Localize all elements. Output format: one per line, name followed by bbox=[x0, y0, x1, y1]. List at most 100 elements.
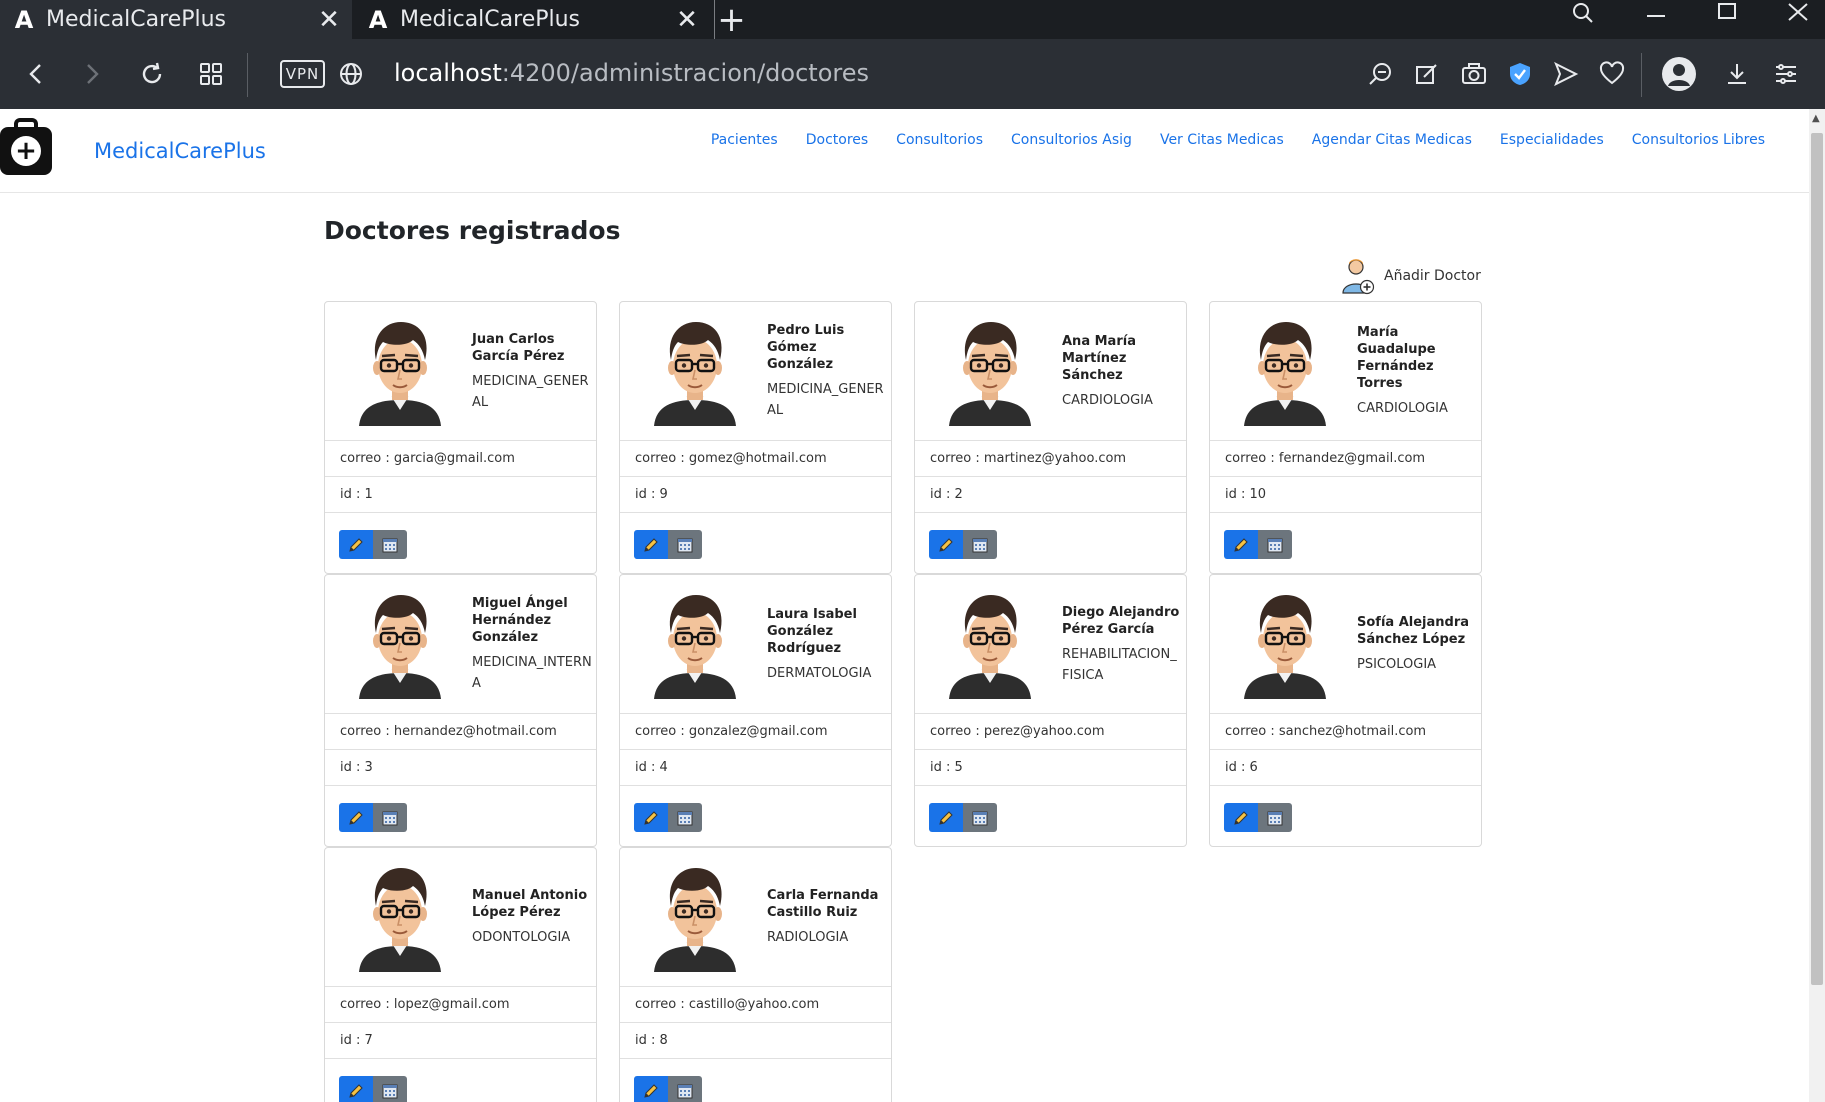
brand-name[interactable]: MedicalCarePlus bbox=[94, 139, 266, 163]
minimize-icon[interactable] bbox=[1636, 0, 1676, 26]
doctor-email: correo : sanchez@hotmail.com bbox=[1210, 714, 1481, 750]
reload-icon[interactable] bbox=[130, 52, 174, 96]
calendar-icon bbox=[972, 811, 988, 825]
edit-doctor-button[interactable] bbox=[339, 803, 373, 832]
doctor-schedule-button[interactable] bbox=[1258, 530, 1292, 559]
edit-doctor-button[interactable] bbox=[634, 530, 668, 559]
doctor-card: Ana María Martínez Sánchez CARDIOLOGIA c… bbox=[914, 301, 1187, 574]
doctor-schedule-button[interactable] bbox=[373, 803, 407, 832]
edit-doctor-button[interactable] bbox=[1224, 530, 1258, 559]
page-title: Doctores registrados bbox=[324, 216, 621, 245]
download-icon[interactable] bbox=[1715, 52, 1759, 96]
doctor-info: Diego Alejandro Pérez García REHABILITAC… bbox=[1062, 575, 1182, 714]
doctor-card-header: Ana María Martínez Sánchez CARDIOLOGIA bbox=[915, 302, 1186, 441]
calendar-icon bbox=[1267, 538, 1283, 552]
doctor-avatar bbox=[654, 595, 736, 699]
close-icon[interactable]: ✕ bbox=[672, 5, 702, 35]
doctor-card-actions bbox=[634, 1076, 702, 1102]
add-doctor-button[interactable]: Añadir Doctor bbox=[1340, 257, 1481, 295]
nav-doctores[interactable]: Doctores bbox=[792, 132, 882, 148]
tab-title: MedicalCarePlus bbox=[400, 7, 581, 32]
doctor-email: correo : castillo@yahoo.com bbox=[620, 987, 891, 1023]
send-icon[interactable] bbox=[1544, 52, 1588, 96]
back-icon[interactable] bbox=[14, 52, 58, 96]
doctor-schedule-button[interactable] bbox=[668, 530, 702, 559]
maximize-icon[interactable] bbox=[1707, 0, 1747, 26]
close-icon[interactable]: ✕ bbox=[314, 5, 344, 35]
edit-doctor-button[interactable] bbox=[634, 1076, 668, 1102]
edit-doctor-button[interactable] bbox=[634, 803, 668, 832]
edit-doctor-button[interactable] bbox=[929, 803, 963, 832]
scrollbar-thumb[interactable] bbox=[1811, 133, 1823, 985]
doctor-id: id : 10 bbox=[1210, 477, 1481, 513]
edit-doctor-button[interactable] bbox=[929, 530, 963, 559]
doctor-schedule-button[interactable] bbox=[668, 1076, 702, 1102]
pencil-icon bbox=[1234, 537, 1248, 552]
doctor-schedule-button[interactable] bbox=[963, 803, 997, 832]
nav-consultorios-asig[interactable]: Consultorios Asig bbox=[997, 132, 1146, 148]
doctor-id: id : 5 bbox=[915, 750, 1186, 786]
doctor-card-header: Laura Isabel González Rodríguez DERMATOL… bbox=[620, 575, 891, 714]
doctor-specialty: PSICOLOGIA bbox=[1357, 657, 1437, 672]
globe-icon[interactable] bbox=[329, 52, 373, 96]
pencil-icon bbox=[644, 810, 658, 825]
doctor-id: id : 3 bbox=[325, 750, 596, 786]
doctor-name: Miguel Ángel Hernández González bbox=[472, 596, 568, 645]
url-path: :4200/administracion/doctores bbox=[501, 59, 869, 87]
doctor-name: Diego Alejandro Pérez García bbox=[1062, 604, 1180, 637]
search-tabs-icon[interactable] bbox=[1563, 0, 1603, 26]
nav-pacientes[interactable]: Pacientes bbox=[697, 132, 792, 148]
doctor-card-actions bbox=[634, 530, 702, 559]
shield-check-icon[interactable] bbox=[1498, 52, 1542, 96]
doctor-card-actions bbox=[339, 803, 407, 832]
doctor-card-actions bbox=[1224, 530, 1292, 559]
forward-icon[interactable] bbox=[70, 52, 114, 96]
doctor-schedule-button[interactable] bbox=[1258, 803, 1292, 832]
doctor-email: correo : perez@yahoo.com bbox=[915, 714, 1186, 750]
nav-consultorios[interactable]: Consultorios bbox=[882, 132, 997, 148]
doctor-schedule-button[interactable] bbox=[668, 803, 702, 832]
doctor-card: Diego Alejandro Pérez García REHABILITAC… bbox=[914, 574, 1187, 847]
profile-avatar-icon[interactable] bbox=[1657, 52, 1701, 96]
doctor-card-actions bbox=[1224, 803, 1292, 832]
doctor-id: id : 1 bbox=[325, 477, 596, 513]
nav-ver-citas-medicas[interactable]: Ver Citas Medicas bbox=[1146, 132, 1298, 148]
doctor-name: Ana María Martínez Sánchez bbox=[1062, 333, 1136, 383]
edit-doctor-button[interactable] bbox=[1224, 803, 1258, 832]
browser-tab[interactable]: A MedicalCarePlus ✕ bbox=[354, 0, 710, 39]
doctor-card: Carla Fernanda Castillo Ruiz RADIOLOGIA … bbox=[619, 847, 892, 1102]
browser-toolbar: VPN localhost:4200/administracion/doctor… bbox=[0, 39, 1825, 109]
nav-agendar-citas-medicas[interactable]: Agendar Citas Medicas bbox=[1298, 132, 1486, 148]
tab-title: MedicalCarePlus bbox=[46, 7, 227, 32]
doctor-schedule-button[interactable] bbox=[963, 530, 997, 559]
doctor-card-header: Diego Alejandro Pérez García REHABILITAC… bbox=[915, 575, 1186, 714]
vpn-badge[interactable]: VPN bbox=[280, 60, 325, 88]
edit-doctor-button[interactable] bbox=[339, 530, 373, 559]
doctor-card: Sofía Alejandra Sánchez López PSICOLOGIA… bbox=[1209, 574, 1482, 847]
page-scrollbar[interactable]: ▲ bbox=[1809, 109, 1825, 1102]
doctor-card-actions bbox=[929, 530, 997, 559]
close-window-icon[interactable] bbox=[1778, 0, 1818, 26]
pencil-icon bbox=[939, 810, 953, 825]
nav-consultorios-libres[interactable]: Consultorios Libres bbox=[1618, 132, 1779, 148]
address-bar[interactable]: localhost:4200/administracion/doctores bbox=[394, 59, 869, 87]
browser-tab-active[interactable]: A MedicalCarePlus ✕ bbox=[0, 0, 352, 39]
medical-kit-icon[interactable]: + bbox=[0, 118, 52, 175]
nav-especialidades[interactable]: Especialidades bbox=[1486, 132, 1618, 148]
camera-icon[interactable] bbox=[1452, 52, 1496, 96]
menu-icon[interactable] bbox=[1764, 52, 1808, 96]
calendar-icon bbox=[1267, 811, 1283, 825]
new-tab-button[interactable]: + bbox=[714, 0, 748, 40]
doctor-id: id : 7 bbox=[325, 1023, 596, 1059]
edit-share-icon[interactable] bbox=[1405, 52, 1449, 96]
edit-doctor-button[interactable] bbox=[339, 1076, 373, 1102]
scroll-up-icon[interactable]: ▲ bbox=[1812, 113, 1820, 124]
zoom-search-icon[interactable] bbox=[1358, 52, 1402, 96]
doctor-specialty: ODONTOLOGIA bbox=[472, 930, 571, 945]
doctor-schedule-button[interactable] bbox=[373, 1076, 407, 1102]
doctor-card-header: Manuel Antonio López Pérez ODONTOLOGIA bbox=[325, 848, 596, 987]
heart-icon[interactable] bbox=[1590, 52, 1634, 96]
doctor-email: correo : gomez@hotmail.com bbox=[620, 441, 891, 477]
tab-grid-icon[interactable] bbox=[189, 52, 233, 96]
doctor-schedule-button[interactable] bbox=[373, 530, 407, 559]
